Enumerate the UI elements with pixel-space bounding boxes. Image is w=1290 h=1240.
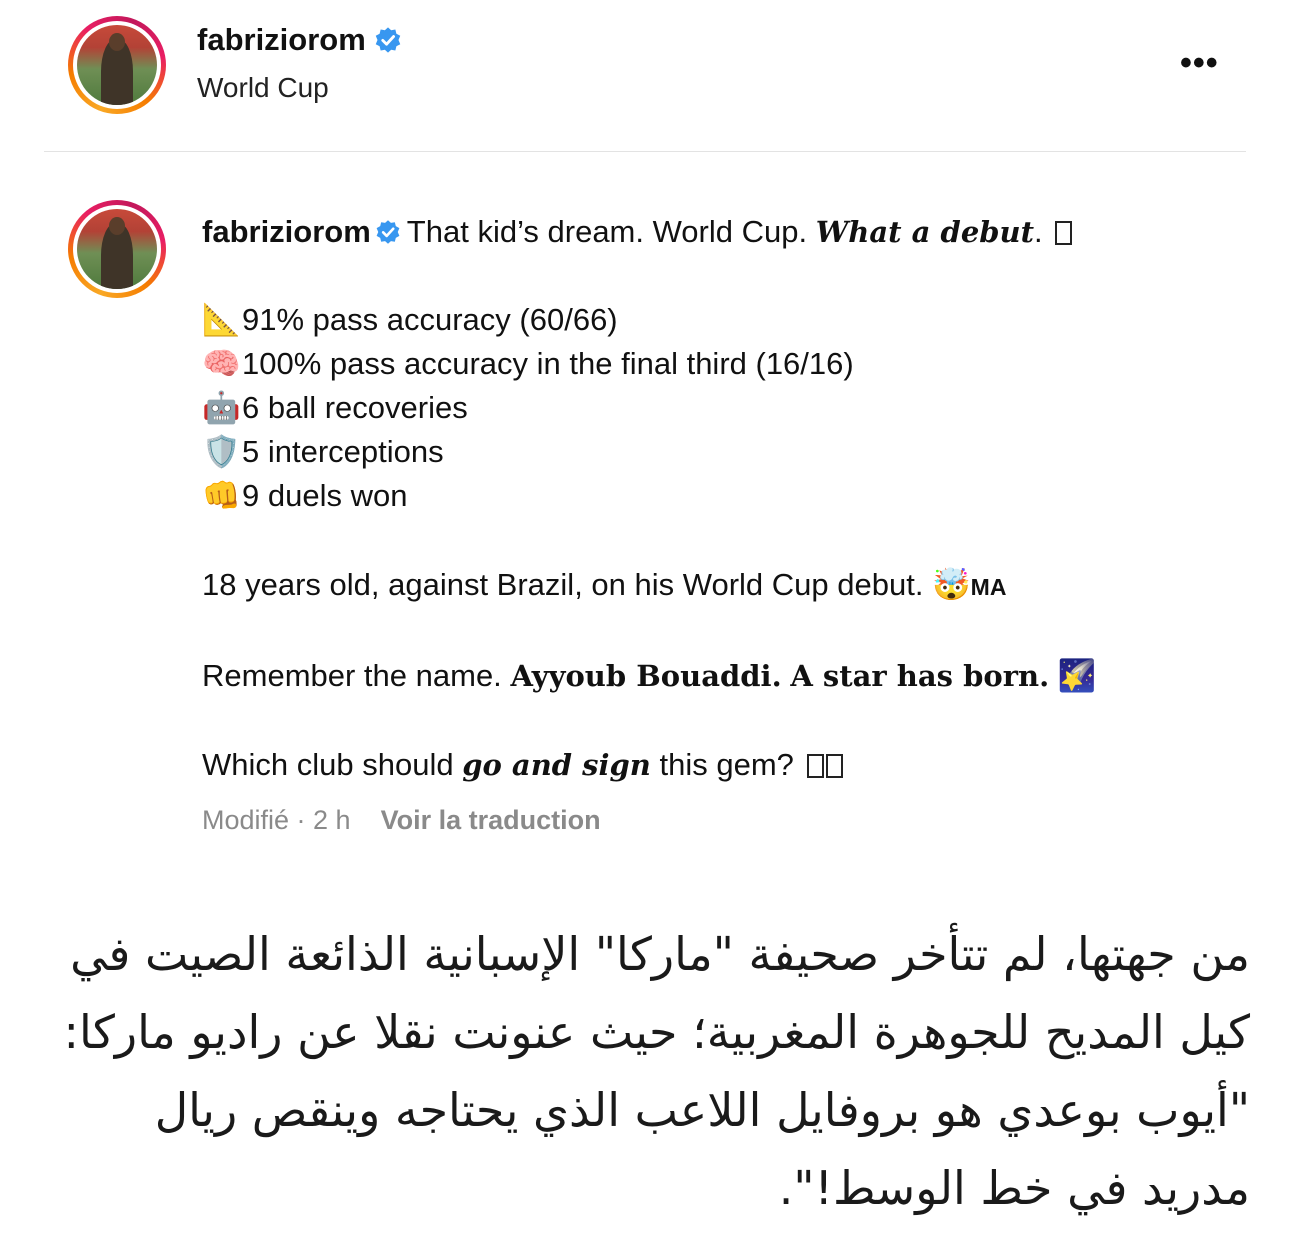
location-label[interactable]: World Cup [197, 72, 329, 104]
exploding-head-icon: 🤯 [932, 567, 971, 602]
caption-brazil-line: 18 years old, against Brazil, on his Wor… [202, 563, 1202, 609]
player-name: Ayyoub Bouaddi [510, 659, 772, 693]
question-bold: go and sign [462, 748, 651, 782]
caption-question-line: Which club should go and sign this gem? [202, 743, 1202, 787]
stat-row: 📐91% pass accuracy (60/66) [202, 298, 1202, 342]
stat-text: 100% pass accuracy in the final third (1… [242, 346, 854, 381]
caption-intro-end: . [1034, 214, 1043, 249]
caption-intro-bold: What a debut [815, 215, 1035, 249]
verified-badge-icon [376, 220, 400, 244]
article-text: من جهتها، لم تتأخر صحيفة "ماركا" الإسبان… [63, 927, 1250, 1215]
caption-username[interactable]: fabriziorom [202, 214, 371, 249]
stat-row: 👊9 duels won [202, 474, 1202, 518]
edited-timestamp: Modifié · 2 h [202, 805, 351, 835]
morocco-flag-label: MA [970, 574, 1007, 600]
fist-icon: 👊 [202, 478, 241, 513]
question-suffix: this gem? [659, 747, 794, 782]
remember-end: . [1039, 659, 1050, 693]
stat-row: 🛡️5 interceptions [202, 430, 1202, 474]
stat-text: 91% pass accuracy (60/66) [242, 302, 618, 337]
header-username[interactable]: fabriziorom [197, 22, 402, 58]
caption-avatar[interactable] [68, 200, 166, 298]
brain-icon: 🧠 [202, 346, 241, 381]
brazil-text: 18 years old, against Brazil, on his Wor… [202, 567, 924, 602]
shooting-star-icon: 🌠 [1057, 658, 1097, 693]
stat-row: 🧠100% pass accuracy in the final third (… [202, 342, 1202, 386]
see-translation-link[interactable]: Voir la traduction [381, 805, 601, 836]
robot-icon: 🤖 [202, 390, 241, 425]
verified-badge-icon [375, 27, 401, 53]
shield-icon: 🛡️ [202, 434, 241, 469]
stat-text: 6 ball recoveries [242, 390, 468, 425]
stat-row: 🤖6 ball recoveries [202, 386, 1202, 430]
header-avatar[interactable] [68, 16, 166, 114]
missing-glyph-icon [806, 754, 824, 778]
remember-mid: . [771, 659, 782, 693]
more-options-icon[interactable]: ••• [1180, 44, 1219, 83]
header-divider [44, 151, 1246, 152]
star-phrase: A star has born [790, 659, 1040, 693]
stat-text: 9 duels won [242, 478, 408, 513]
post-caption: fabriziorom That kid’s dream. World Cup.… [202, 210, 1202, 787]
stat-text: 5 interceptions [242, 434, 444, 469]
caption-intro: That kid’s dream. World Cup. [406, 214, 808, 249]
missing-glyph-icon [1055, 221, 1073, 245]
question-prefix: Which club should [202, 747, 454, 782]
triangular-ruler-icon: 📐 [202, 302, 241, 337]
caption-first-line: fabriziorom That kid’s dream. World Cup.… [202, 210, 1202, 254]
remember-prefix: Remember the name. [202, 658, 502, 693]
missing-glyph-icon [825, 754, 843, 778]
caption-remember-line: Remember the name. Ayyoub Bouaddi. A sta… [202, 654, 1202, 698]
header-username-text[interactable]: fabriziorom [197, 22, 366, 58]
post-meta: Modifié · 2 h Voir la traduction [202, 805, 601, 836]
